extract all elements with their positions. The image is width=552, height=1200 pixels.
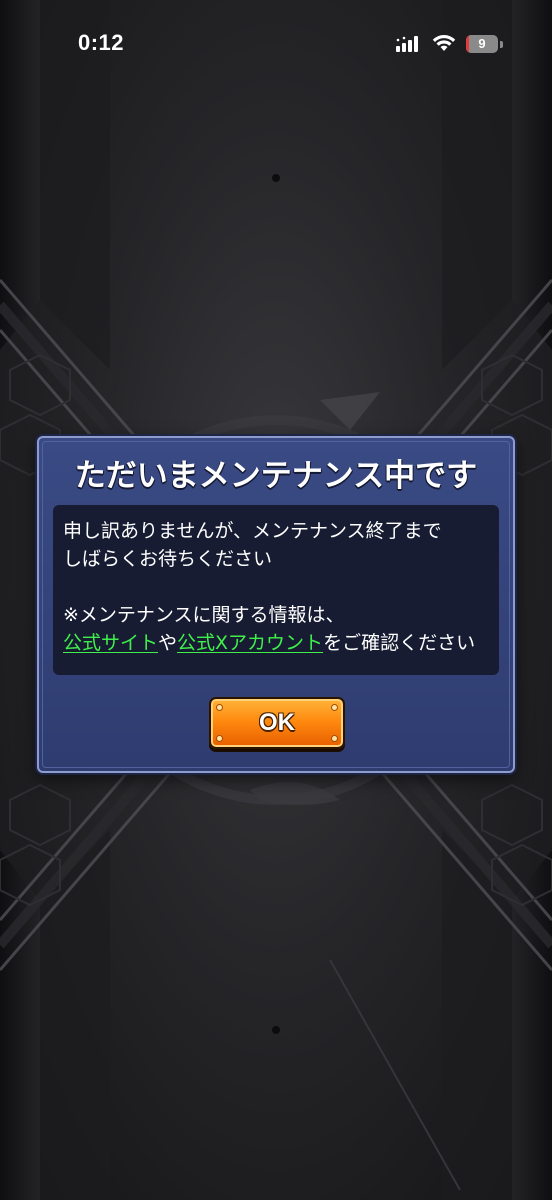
message-box: 申し訳ありませんが、メンテナンス終了まで しばらくお待ちください ※メンテナンス… [53, 505, 499, 675]
app-screen: 0:12 9 ただいまメンテナンス中です 申し訳ありませんが、メンテナンス終了ま… [0, 0, 552, 1200]
message-line-1: 申し訳ありませんが、メンテナンス終了まで [63, 520, 442, 542]
ok-button[interactable]: OK [209, 697, 345, 749]
ok-button-label: OK [259, 709, 295, 736]
battery-level: 9 [478, 36, 486, 51]
wifi-icon [432, 35, 456, 51]
status-bar: 0:12 9 [0, 0, 552, 90]
signal-icon [396, 36, 418, 52]
official-site-link[interactable]: 公式サイト [63, 632, 158, 654]
battery-icon: 9 [466, 35, 498, 53]
connector-text: や [158, 632, 178, 654]
official-x-account-link[interactable]: 公式Xアカウント [177, 632, 323, 654]
note-line-1: ※メンテナンスに関する情報は、 [63, 604, 345, 626]
dialog-title: ただいまメンテナンス中です [74, 458, 478, 494]
note-line-2: 公式サイトや公式Xアカウントをご確認ください [63, 629, 499, 657]
battery-nub [500, 41, 503, 48]
note-suffix-text: をご確認ください [323, 632, 476, 654]
maintenance-dialog: ただいまメンテナンス中です 申し訳ありませんが、メンテナンス終了まで しばらくお… [37, 436, 515, 773]
status-time: 0:12 [78, 30, 125, 55]
message-line-2: しばらくお待ちください [63, 548, 273, 570]
